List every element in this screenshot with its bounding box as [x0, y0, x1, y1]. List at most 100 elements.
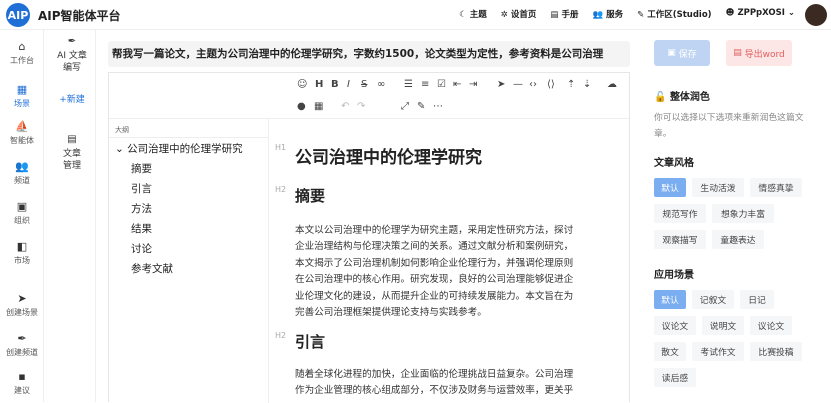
style-option[interactable]: 默认 [654, 178, 686, 197]
code-icon[interactable]: ‹› [529, 79, 537, 90]
document-body[interactable]: H1 公司治理中的伦理学研究 H2 摘要 本文以公司治理中的伦理学为研究主题，采… [269, 119, 629, 403]
home-icon: ⌂ [18, 40, 26, 53]
outline-item[interactable]: 讨论 [131, 241, 152, 256]
suggest-icon: ▪ [18, 370, 26, 383]
outline-divider [109, 137, 269, 138]
save-button[interactable]: ▣ 保存 [654, 40, 710, 66]
table-icon[interactable]: ▦ [314, 101, 323, 112]
editor: ☺ H B I S ∞ ☰ ≡ ☑ ⇤ ⇥ ➤ — ‹› ⟨⟩ ⇡ ⇣ ☁ ● … [108, 72, 630, 403]
insert-after-icon[interactable]: ⇣ [583, 79, 591, 90]
polish-panel: ▣ 保存 ▤ 导出word 🔓 整体润色 你可以选择以下选项来重新润色这篇文 章… [640, 30, 831, 402]
style-option[interactable]: 想象力丰富 [712, 204, 774, 223]
edit-mode-icon[interactable]: ✎ [417, 101, 425, 112]
code-block-icon[interactable]: ⟨⟩ [547, 79, 555, 90]
writing-menu: ✒ AI 文章 编写 +新建 ▤ 文章 管理 [48, 30, 96, 402]
market-icon: ◧ [16, 240, 28, 253]
outline-root[interactable]: ⌄ 公司治理中的伦理学研究 [115, 141, 243, 156]
checklist-icon[interactable]: ☑ [437, 79, 446, 90]
ordered-list-icon[interactable]: ≡ [421, 79, 429, 90]
topnav-set-home[interactable]: ✲ 设首页 [501, 8, 537, 20]
scene-option[interactable]: 日记 [740, 290, 774, 309]
nav-org[interactable]: ▣ 组织 [0, 200, 44, 226]
emoji-icon[interactable]: ☺ [297, 79, 307, 90]
topnav-user-menu[interactable]: ☻ ZPPpXOSI ⌄ [726, 8, 795, 20]
top-nav: ☾ 主题 ✲ 设首页 ▤ 手册 👥 服务 ✎ 工作区(Studio) ☻ ZPPpXOSI … [459, 8, 795, 20]
topnav-theme[interactable]: ☾ 主题 [459, 8, 487, 20]
prompt-text[interactable]: 帮我写一篇论文，主题为公司治理中的伦理学研究，字数约1500，论文类型为定性，参… [108, 41, 630, 67]
more-icon[interactable]: ⋯ [433, 101, 443, 112]
italic-icon[interactable]: I [347, 79, 350, 90]
outline-item[interactable]: 参考文献 [131, 261, 173, 276]
scene-option[interactable]: 议论文 [750, 316, 792, 335]
topnav-manual[interactable]: ▤ 手册 [550, 8, 578, 20]
plaza-icon: ▦ [16, 83, 28, 96]
outline-item[interactable]: 方法 [131, 201, 152, 216]
editor-toolbar: ☺ H B I S ∞ ☰ ≡ ☑ ⇤ ⇥ ➤ — ‹› ⟨⟩ ⇡ ⇣ ☁ ● … [109, 73, 629, 119]
style-option[interactable]: 规范写作 [654, 204, 706, 223]
nav-scenes[interactable]: ▦ 场景 [0, 83, 44, 109]
scene-option[interactable]: 散文 [654, 342, 686, 361]
outdent-icon[interactable]: ⇤ [453, 79, 461, 90]
scene-option[interactable]: 考试作文 [692, 342, 744, 361]
topnav-studio[interactable]: ✎ 工作区(Studio) [637, 8, 711, 20]
save-icon: ▣ [667, 48, 679, 58]
fullscreen-icon[interactable]: ⤢ [401, 101, 409, 112]
bold-icon[interactable]: B [331, 79, 339, 90]
scene-option[interactable]: 说明文 [702, 316, 744, 335]
scene-section-title: 应用场景 [654, 270, 694, 281]
outline-item[interactable]: 结果 [131, 221, 152, 236]
undo-icon[interactable]: ↶ [341, 101, 349, 112]
scene-option[interactable]: 读后感 [654, 368, 696, 387]
scene-option[interactable]: 议论文 [654, 316, 696, 335]
style-option[interactable]: 生动活泼 [692, 178, 744, 197]
article-manage-entry[interactable]: ▤ 文章 管理 [48, 134, 96, 172]
style-option[interactable]: 童趣表达 [712, 230, 764, 249]
settings-icon: ✲ [500, 10, 508, 20]
redo-icon[interactable]: ↷ [357, 101, 365, 112]
style-option[interactable]: 观察描写 [654, 230, 706, 249]
export-word-button[interactable]: ▤ 导出word [726, 40, 792, 66]
outline-item[interactable]: 摘要 [131, 161, 152, 176]
upload-icon[interactable]: ☁ [607, 79, 617, 90]
app-logo[interactable]: AIP [6, 3, 30, 27]
moon-icon: ☾ [459, 10, 467, 20]
insert-before-icon[interactable]: ⇡ [567, 79, 575, 90]
book-icon: ▤ [550, 10, 559, 20]
new-article-button[interactable]: +新建 [48, 94, 96, 106]
link-icon[interactable]: ∞ [377, 79, 385, 90]
create-channel-icon: ✒ [17, 332, 27, 345]
nav-suggest[interactable]: ▪ 建议 [0, 370, 44, 396]
nav-workbench[interactable]: ⌂ 工作台 [0, 40, 44, 66]
scene-option[interactable]: 记叙文 [692, 290, 734, 309]
scene-option[interactable]: 默认 [654, 290, 686, 309]
scene-option[interactable]: 比赛投稿 [750, 342, 802, 361]
style-option[interactable]: 情感真挚 [750, 178, 802, 197]
pen-icon: ✎ [637, 10, 645, 20]
strike-icon[interactable]: S [361, 79, 367, 90]
nav-market[interactable]: ◧ 市场 [0, 240, 44, 266]
indent-icon[interactable]: ⇥ [469, 79, 477, 90]
section-heading: 摘要 [295, 187, 326, 205]
divider-icon[interactable]: — [513, 79, 523, 90]
nav-agents[interactable]: ⛵ 智能体 [0, 120, 44, 146]
overall-polish-title: 🔓 整体润色 [654, 92, 710, 103]
quote-icon[interactable]: ➤ [497, 79, 505, 90]
top-bar: AIP AIP智能体平台 ☾ 主题 ✲ 设首页 ▤ 手册 👥 服务 ✎ 工作区(Studi… [0, 0, 831, 30]
overall-polish-desc: 你可以选择以下选项来重新润色这篇文 章。 [654, 113, 804, 139]
document-title: 公司治理中的伦理学研究 [295, 148, 482, 168]
app-title: AIP智能体平台 [38, 9, 121, 23]
user-icon: ☻ [725, 8, 735, 18]
avatar[interactable] [805, 4, 827, 26]
bullet-list-icon[interactable]: ☰ [404, 79, 413, 90]
nav-create-channel[interactable]: ✒ 创建频道 [0, 332, 44, 358]
nav-create-scene[interactable]: ➤ 创建场景 [0, 292, 44, 318]
lock-icon: 🔓 [654, 92, 670, 103]
topnav-service[interactable]: 👥 服务 [592, 8, 623, 20]
document-icon: ▤ [67, 134, 77, 145]
record-icon[interactable]: ● [297, 101, 306, 112]
agent-icon: ⛵ [15, 120, 29, 133]
ai-write-entry[interactable]: ✒ AI 文章 编写 [48, 36, 96, 74]
heading-icon[interactable]: H [315, 79, 323, 90]
nav-channels[interactable]: 👥 频道 [0, 160, 44, 186]
outline-item[interactable]: 引言 [131, 181, 152, 196]
